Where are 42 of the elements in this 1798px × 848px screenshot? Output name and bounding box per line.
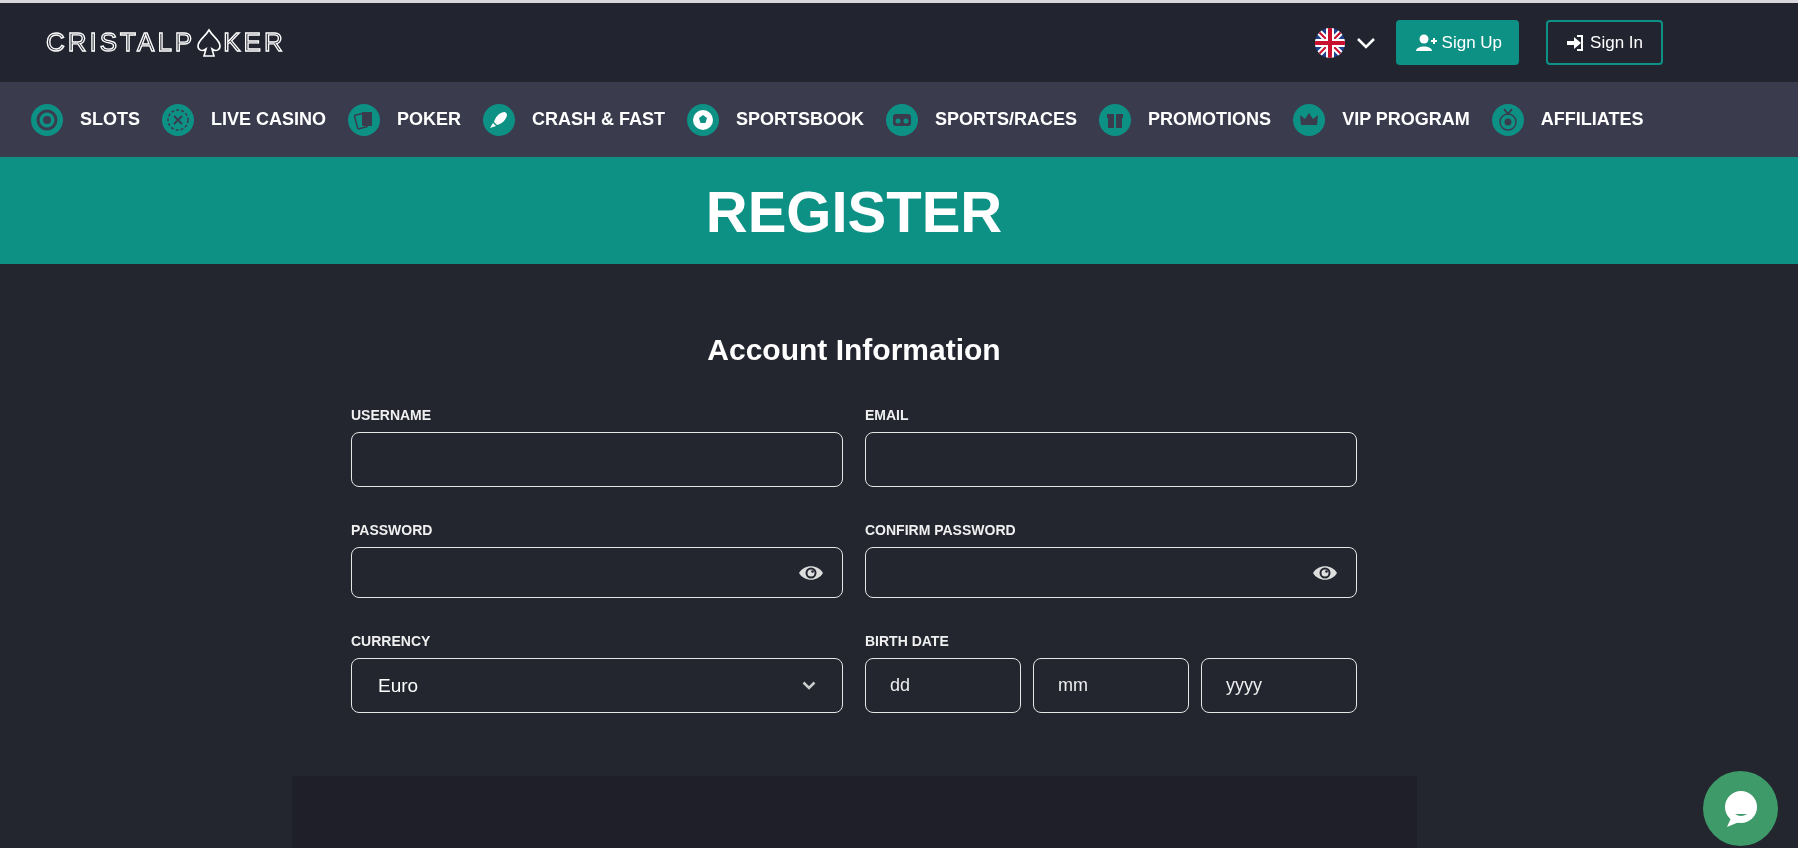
field-label: USERNAME xyxy=(351,407,433,423)
sign-in-button[interactable]: Sign In xyxy=(1546,20,1663,65)
chevron-down-icon xyxy=(802,681,816,690)
nav-link[interactable]: PROMOTIONS xyxy=(1099,103,1272,136)
flag-icon[interactable] xyxy=(1314,27,1345,58)
nav-link[interactable]: AFFILIATES xyxy=(1491,103,1644,136)
chevron-down-icon[interactable] xyxy=(1355,36,1376,49)
cards-icon xyxy=(348,103,381,136)
medal-icon xyxy=(1491,103,1524,136)
logo[interactable]: CRISTALP KER xyxy=(46,27,286,58)
date-field[interactable]: mm xyxy=(1033,658,1189,713)
chip-icon xyxy=(31,103,63,136)
nav-link[interactable]: SPORTS/RACES xyxy=(886,103,1078,136)
ball-icon xyxy=(687,103,720,136)
field-label: BIRTH DATE xyxy=(865,633,950,649)
password-field[interactable] xyxy=(865,547,1357,598)
input-field[interactable] xyxy=(351,432,843,487)
goggles-icon xyxy=(886,103,919,136)
crown-icon xyxy=(1293,103,1326,136)
nav-link[interactable]: SLOTS xyxy=(31,103,140,136)
chat-bubble-icon xyxy=(1722,789,1759,828)
spade-icon xyxy=(196,27,223,58)
currency-select[interactable]: Euro xyxy=(351,658,843,713)
nav-link[interactable]: LIVE CASINO xyxy=(162,103,327,136)
sign-in-icon xyxy=(1566,33,1585,52)
field-label: PASSWORD xyxy=(351,522,434,538)
user-plus-icon xyxy=(1415,33,1438,52)
date-field[interactable]: yyyy xyxy=(1201,658,1357,713)
field-label: CONFIRM PASSWORD xyxy=(865,522,1017,538)
input-field[interactable] xyxy=(865,432,1357,487)
page-title: REGISTER xyxy=(705,183,1003,241)
field-label: CURRENCY xyxy=(351,633,432,649)
nav-link[interactable]: POKER xyxy=(348,103,462,136)
password-field[interactable] xyxy=(351,547,843,598)
nav-link[interactable]: VIP PROGRAM xyxy=(1293,103,1470,136)
nav-link[interactable]: CRASH & FAST xyxy=(483,103,666,136)
field-label: EMAIL xyxy=(865,407,910,423)
roulette-icon xyxy=(162,103,194,136)
section-title: Account Information xyxy=(707,333,1001,367)
date-field[interactable]: dd xyxy=(865,658,1021,713)
nav-link[interactable]: SPORTSBOOK xyxy=(687,103,865,136)
sign-up-button[interactable]: Sign Up xyxy=(1395,20,1520,65)
